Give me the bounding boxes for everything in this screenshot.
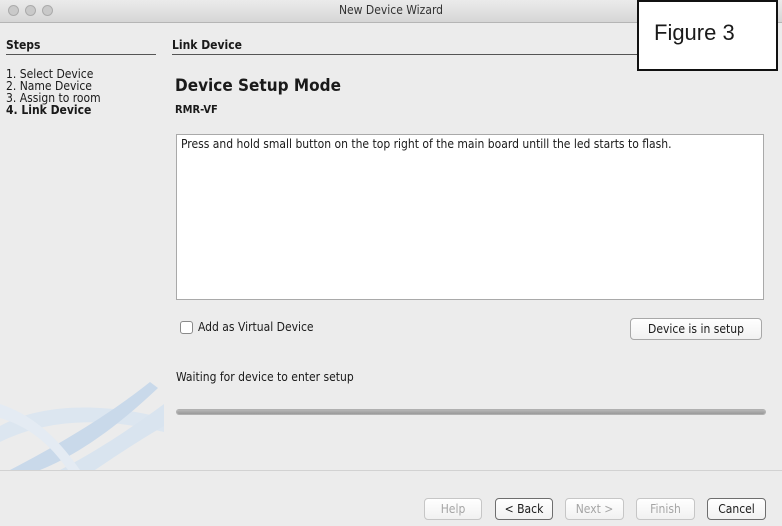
progress-bar [176,409,766,415]
virtual-device-checkbox[interactable]: Add as Virtual Device [180,320,314,334]
back-button[interactable]: < Back [495,498,553,520]
device-in-setup-button[interactable]: Device is in setup [630,318,762,340]
checkbox-box[interactable] [180,320,193,334]
figure-label-box: Figure 3 [637,0,778,71]
next-button[interactable]: Next > [565,498,624,520]
steps-sidebar: Steps 1. Select Device 2. Name Device 3.… [0,22,164,470]
cancel-button[interactable]: Cancel [707,498,766,520]
finish-button[interactable]: Finish [636,498,695,520]
help-button[interactable]: Help [424,498,482,520]
steps-heading: Steps [6,38,156,55]
virtual-device-label: Add as Virtual Device [198,320,314,334]
progress-bar-fill [177,410,765,414]
device-name: RMR-VF [175,103,218,116]
figure-label: Figure 3 [654,20,735,45]
wizard-swoosh-graphic [0,382,164,470]
footer-divider [0,470,782,471]
step-link-device: 4. Link Device [6,103,92,117]
instructions-text-area[interactable]: Press and hold small button on the top r… [176,134,764,300]
status-text: Waiting for device to enter setup [176,370,354,384]
page-title: Device Setup Mode [175,76,341,96]
steps-list: 1. Select Device 2. Name Device 3. Assig… [6,68,101,116]
